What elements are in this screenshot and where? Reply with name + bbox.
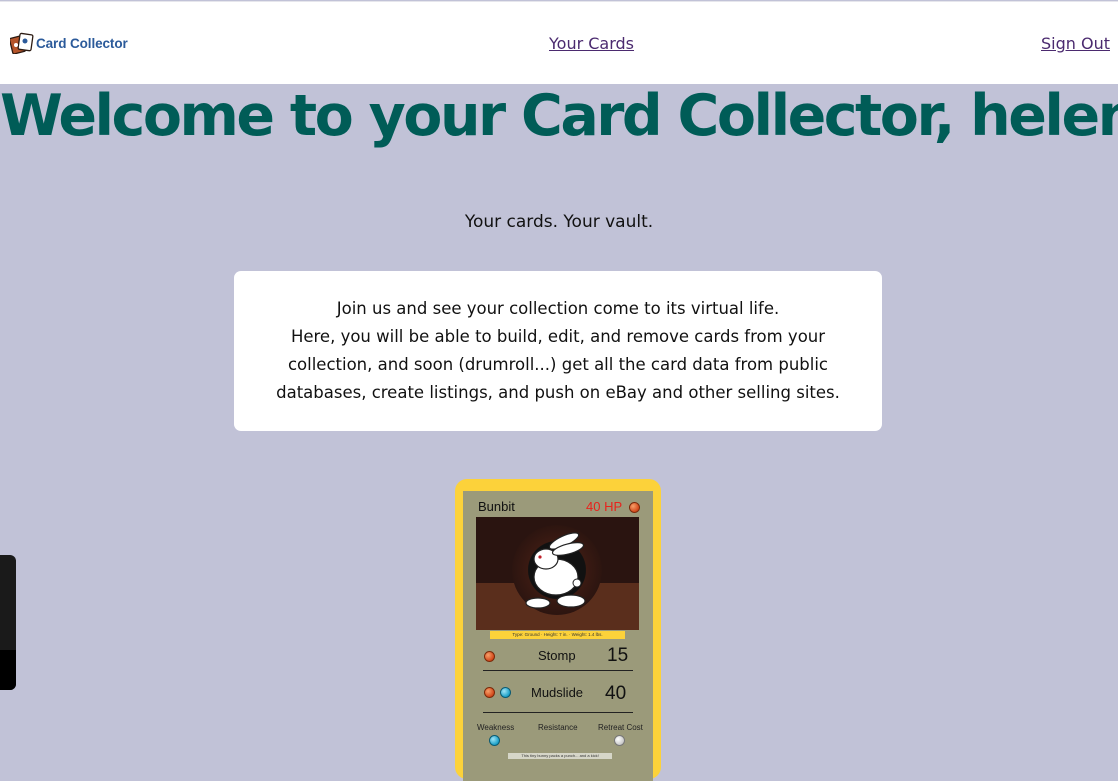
side-drawer-tab[interactable] bbox=[0, 555, 16, 690]
nav-your-cards-link[interactable]: Your Cards bbox=[549, 34, 634, 53]
intro-line: Join us and see your collection come to … bbox=[336, 299, 780, 318]
intro-panel: Join us and see your collection come to … bbox=[234, 271, 882, 431]
intro-line: databases, create listings, and push on … bbox=[276, 383, 840, 402]
fire-energy-icon bbox=[484, 687, 495, 698]
tagline: Your cards. Your vault. bbox=[464, 212, 654, 232]
weakness-label: Weakness bbox=[477, 723, 515, 732]
attack-name: Mudslide bbox=[531, 685, 584, 700]
attack-divider bbox=[483, 670, 633, 671]
logo-text: Card Collector bbox=[36, 35, 128, 51]
card-hp: 40 HP bbox=[586, 499, 623, 514]
intro-line: collection, and soon (drumroll...) get a… bbox=[287, 355, 829, 374]
card-type-strip: Type: Ground · Height: 7 in. · Weight: 1… bbox=[490, 631, 625, 639]
water-energy-icon bbox=[500, 687, 511, 698]
nav-sign-out-link[interactable]: Sign Out bbox=[1041, 34, 1110, 53]
attack-damage: 40 bbox=[605, 683, 627, 704]
attack-name: Stomp bbox=[538, 648, 576, 663]
top-navigation-bar: Card Collector Your Cards Sign Out bbox=[0, 1, 1118, 84]
logo[interactable]: Card Collector bbox=[10, 32, 128, 54]
card-artwork bbox=[476, 517, 639, 630]
retreat-cost-label: Retreat Cost bbox=[598, 723, 643, 732]
side-drawer-tab-handle[interactable] bbox=[0, 650, 16, 690]
attack-damage: 15 bbox=[607, 645, 629, 666]
colorless-energy-icon bbox=[614, 735, 625, 746]
card-flavor-text: This tiny bunny packs a punch... and a k… bbox=[508, 753, 612, 759]
fire-energy-icon bbox=[629, 502, 640, 513]
fire-energy-icon bbox=[484, 651, 495, 662]
attack-divider bbox=[483, 712, 633, 713]
welcome-heading: Welcome to your Card Collector, helen! bbox=[0, 83, 1118, 149]
card-name: Bunbit bbox=[478, 499, 515, 514]
resistance-label: Resistance bbox=[538, 723, 578, 732]
card-collector-logo-icon bbox=[10, 32, 34, 54]
rabbit-icon bbox=[525, 532, 586, 609]
water-energy-icon bbox=[489, 735, 500, 746]
intro-line: Here, you will be able to build, edit, a… bbox=[290, 327, 826, 346]
